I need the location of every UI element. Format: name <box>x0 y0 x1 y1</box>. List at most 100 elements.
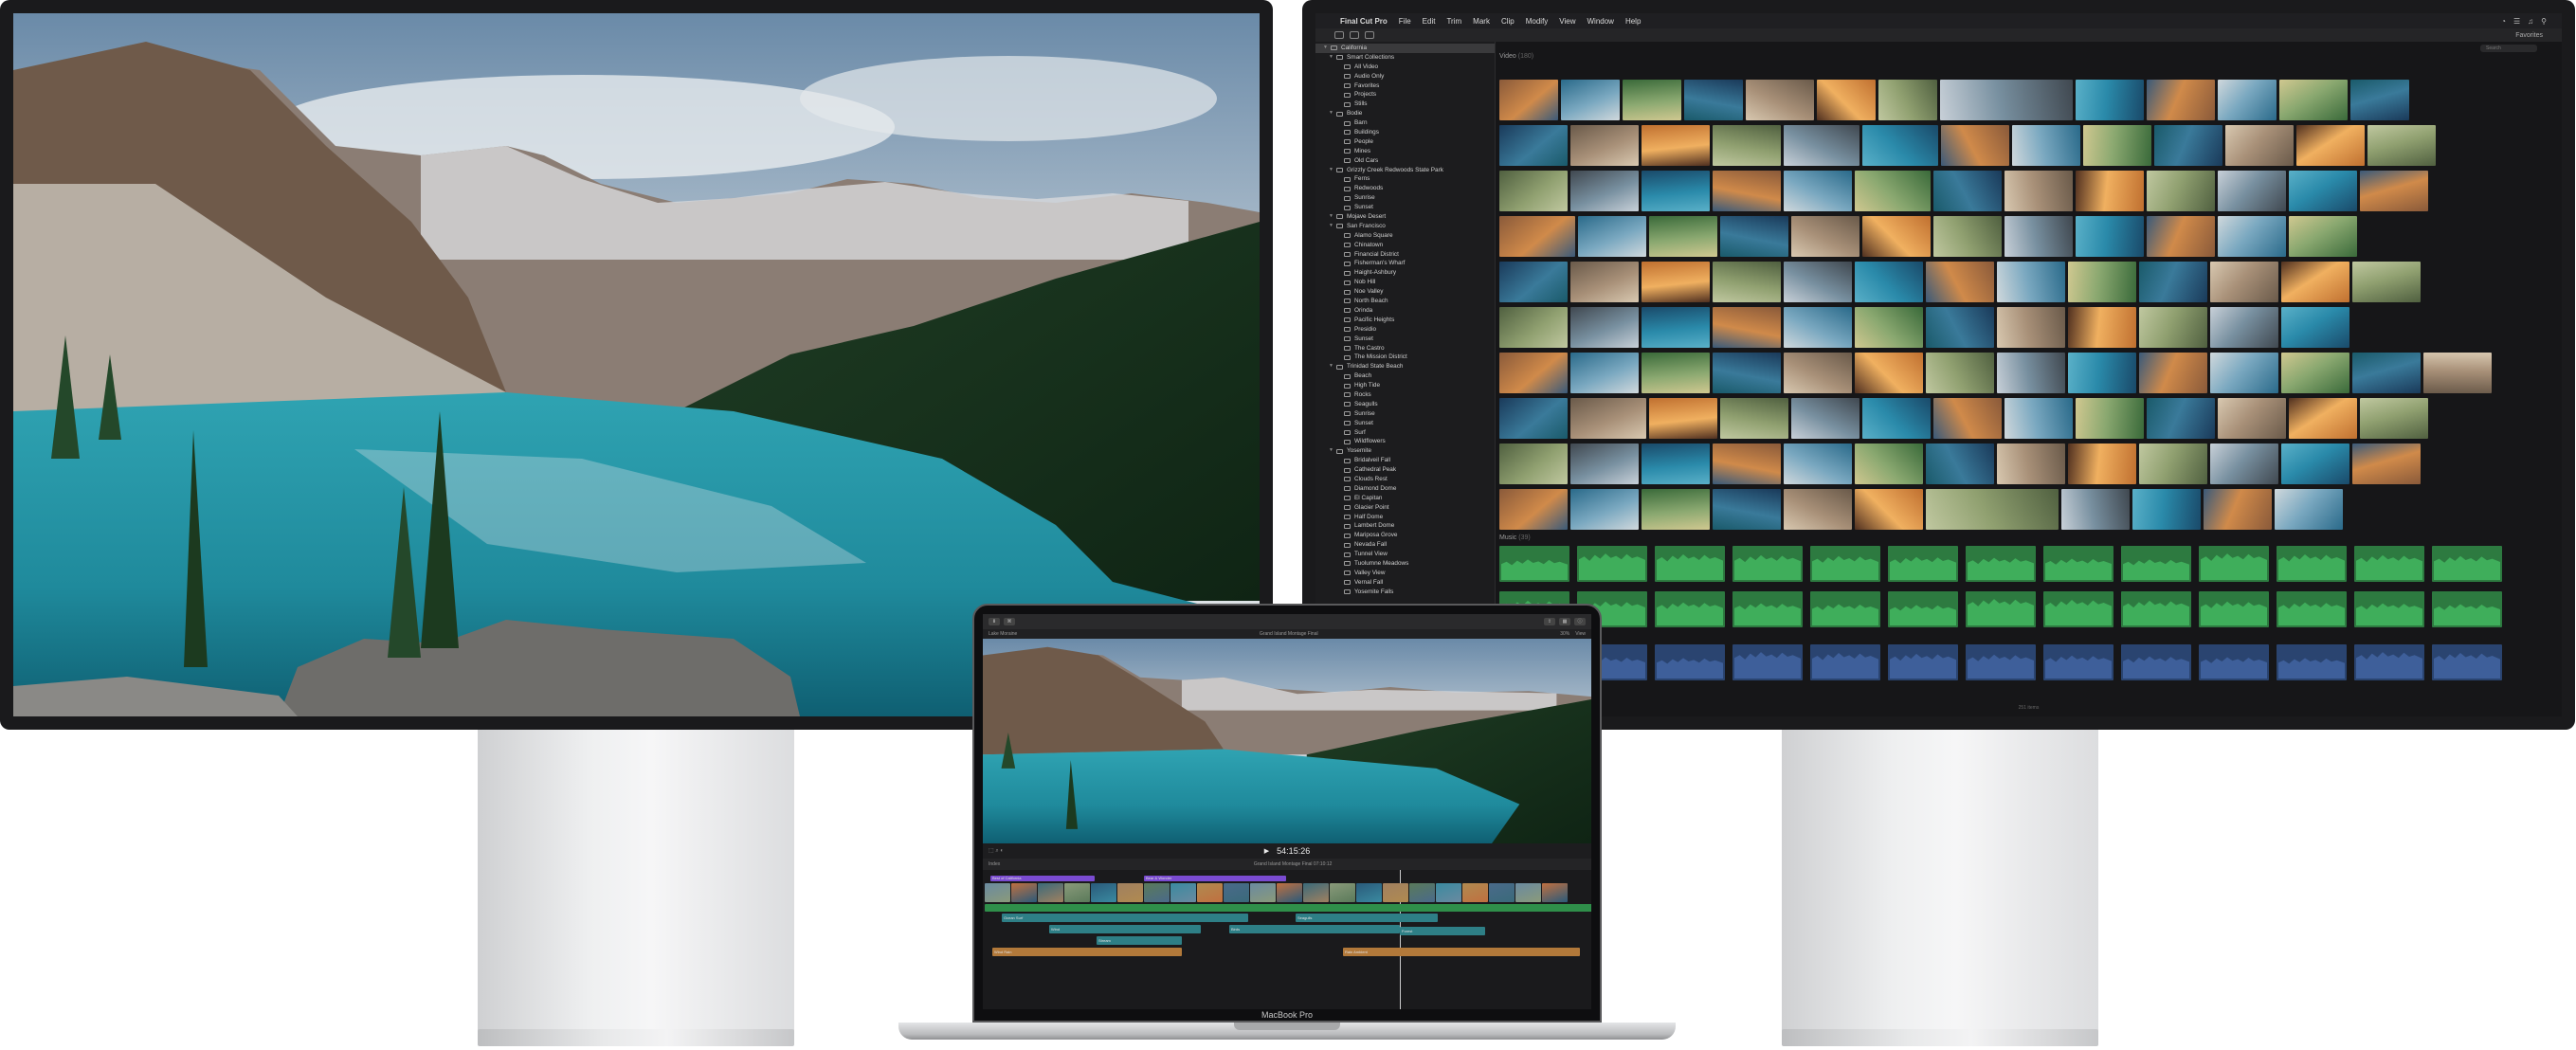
sidebar-item[interactable]: Glacier Point <box>1323 503 1495 513</box>
clip-thumbnail[interactable] <box>1570 398 1646 439</box>
clip-thumbnail[interactable] <box>1570 307 1639 348</box>
control-center-icon[interactable]: ☰ <box>2513 17 2520 26</box>
sidebar-item[interactable]: ▼ Smart Collections <box>1323 53 1495 63</box>
clip-thumbnail[interactable] <box>1499 398 1568 439</box>
clip-thumbnail[interactable] <box>1649 398 1717 439</box>
sidebar-item[interactable]: Favorites <box>1323 81 1495 91</box>
clip-thumbnail[interactable] <box>1855 171 1931 211</box>
clip-thumbnail[interactable] <box>2154 125 2222 166</box>
library-icon[interactable] <box>1334 31 1344 39</box>
clip-thumbnail[interactable] <box>2367 125 2436 166</box>
clip-thumbnail[interactable] <box>1570 444 1639 484</box>
sidebar-item[interactable]: North Beach <box>1323 297 1495 306</box>
clip-thumbnail[interactable] <box>2281 353 2349 393</box>
audio-clip-thumbnail[interactable] <box>1655 546 1725 582</box>
filter-dropdown[interactable]: Favorites <box>2515 32 2543 39</box>
sidebar-item[interactable]: Audio Only <box>1323 72 1495 81</box>
clip-thumbnail[interactable] <box>2068 353 2136 393</box>
inspector-button[interactable]: ⓘ <box>1574 618 1586 625</box>
storyline-audio[interactable] <box>985 904 1591 912</box>
sidebar-item[interactable]: Noe Valley <box>1323 287 1495 297</box>
menu-file[interactable]: File <box>1399 17 1411 26</box>
audio-clip-thumbnail[interactable] <box>2121 644 2191 680</box>
transform-tools[interactable]: ⬚ ⌕ ◐ <box>989 847 1004 855</box>
sidebar-item[interactable]: Sunset <box>1323 419 1495 428</box>
disclosure-triangle-icon[interactable]: ▼ <box>1329 212 1336 222</box>
connected-audio-clip[interactable]: Seagulls <box>1296 914 1438 922</box>
clip-thumbnail[interactable] <box>1817 80 1876 120</box>
clip-thumbnail[interactable] <box>1933 216 2002 257</box>
audio-clip-thumbnail[interactable] <box>1810 546 1880 582</box>
audio-clip-thumbnail[interactable] <box>2199 546 2269 582</box>
clip-thumbnail[interactable] <box>1713 171 1781 211</box>
storyline-clip[interactable] <box>1542 883 1568 902</box>
clip-thumbnail[interactable] <box>1720 216 1788 257</box>
sidebar-item[interactable]: ▼ Mojave Desert <box>1323 212 1495 222</box>
audio-clip-thumbnail[interactable] <box>2199 644 2269 680</box>
sidebar-item[interactable]: Vernal Fall <box>1323 578 1495 588</box>
clip-thumbnail[interactable] <box>1862 398 1931 439</box>
view-menu[interactable]: View <box>1575 631 1586 637</box>
sidebar-item[interactable]: Redwoods <box>1323 184 1495 193</box>
clip-thumbnail[interactable] <box>1941 125 2009 166</box>
titles-icon[interactable] <box>1365 31 1374 39</box>
sidebar-item[interactable]: Fisherman's Wharf <box>1323 259 1495 268</box>
clip-thumbnail[interactable] <box>1791 216 1859 257</box>
clip-thumbnail[interactable] <box>2068 307 2136 348</box>
menu-window[interactable]: Window <box>1587 17 1614 26</box>
storyline-clip[interactable] <box>1224 883 1249 902</box>
sidebar-item[interactable]: Valley View <box>1323 569 1495 578</box>
clip-thumbnail[interactable] <box>1570 489 1639 530</box>
keyword-button[interactable]: ⌘ <box>1004 618 1015 625</box>
connected-audio-clip[interactable]: Ocean Surf <box>1002 914 1248 922</box>
sidebar-item[interactable]: Sunrise <box>1323 193 1495 203</box>
clip-thumbnail[interactable] <box>2076 398 2144 439</box>
clip-thumbnail[interactable] <box>1713 307 1781 348</box>
clip-thumbnail[interactable] <box>2210 307 2278 348</box>
clip-thumbnail[interactable] <box>2076 216 2144 257</box>
audio-clip-thumbnail[interactable] <box>2043 644 2113 680</box>
audio-clip-thumbnail[interactable] <box>2432 546 2502 582</box>
sidebar-item[interactable]: Sunset <box>1323 203 1495 212</box>
clip-thumbnail[interactable] <box>2218 216 2286 257</box>
audio-clip-thumbnail[interactable] <box>1888 591 1958 627</box>
clip-thumbnail[interactable] <box>1933 398 2002 439</box>
sidebar-item[interactable]: Chinatown <box>1323 241 1495 250</box>
sidebar-item[interactable]: Projects <box>1323 90 1495 100</box>
clip-thumbnail[interactable] <box>1878 80 1937 120</box>
clip-thumbnail[interactable] <box>2218 80 2277 120</box>
photos-icon[interactable] <box>1350 31 1359 39</box>
clip-thumbnail[interactable] <box>2076 80 2144 120</box>
sidebar-item[interactable]: Rocks <box>1323 390 1495 400</box>
sidebar-item[interactable]: Mines <box>1323 147 1495 156</box>
storyline-clip[interactable] <box>1250 883 1276 902</box>
audio-clip-thumbnail[interactable] <box>2354 644 2424 680</box>
clip-thumbnail[interactable] <box>1642 489 1710 530</box>
clip-thumbnail[interactable] <box>2360 398 2428 439</box>
sidebar-item[interactable]: Yosemite Falls <box>1323 588 1495 597</box>
sidebar-item[interactable]: ▼ San Francisco <box>1323 222 1495 231</box>
menu-trim[interactable]: Trim <box>1446 17 1461 26</box>
storyline-clip[interactable] <box>1356 883 1382 902</box>
audio-clip-thumbnail[interactable] <box>1732 546 1803 582</box>
clip-thumbnail[interactable] <box>1570 353 1639 393</box>
play-button[interactable]: ▶ <box>1264 847 1269 855</box>
clip-thumbnail[interactable] <box>1862 216 1931 257</box>
sidebar-item[interactable]: Old Cars <box>1323 156 1495 166</box>
storyline-clip[interactable] <box>1515 883 1541 902</box>
clip-thumbnail[interactable] <box>2005 171 2073 211</box>
clip-thumbnail[interactable] <box>1784 444 1852 484</box>
clip-thumbnail[interactable] <box>1855 489 1923 530</box>
sidebar-item[interactable]: Surf <box>1323 428 1495 438</box>
sidebar-item[interactable]: ▼ Bodie <box>1323 109 1495 118</box>
sidebar-item[interactable]: Sunset <box>1323 335 1495 344</box>
sidebar-item[interactable]: Seagulls <box>1323 400 1495 409</box>
clip-thumbnail[interactable] <box>2352 262 2421 302</box>
clip-thumbnail[interactable] <box>1499 489 1568 530</box>
menu-view[interactable]: View <box>1559 17 1575 26</box>
sidebar-item[interactable]: Mariposa Grove <box>1323 531 1495 540</box>
clip-thumbnail[interactable] <box>2210 262 2278 302</box>
audio-clip-thumbnail[interactable] <box>1966 644 2036 680</box>
import-button[interactable]: ⬇ <box>989 618 1000 625</box>
sidebar-item[interactable]: Alamo Square <box>1323 231 1495 241</box>
